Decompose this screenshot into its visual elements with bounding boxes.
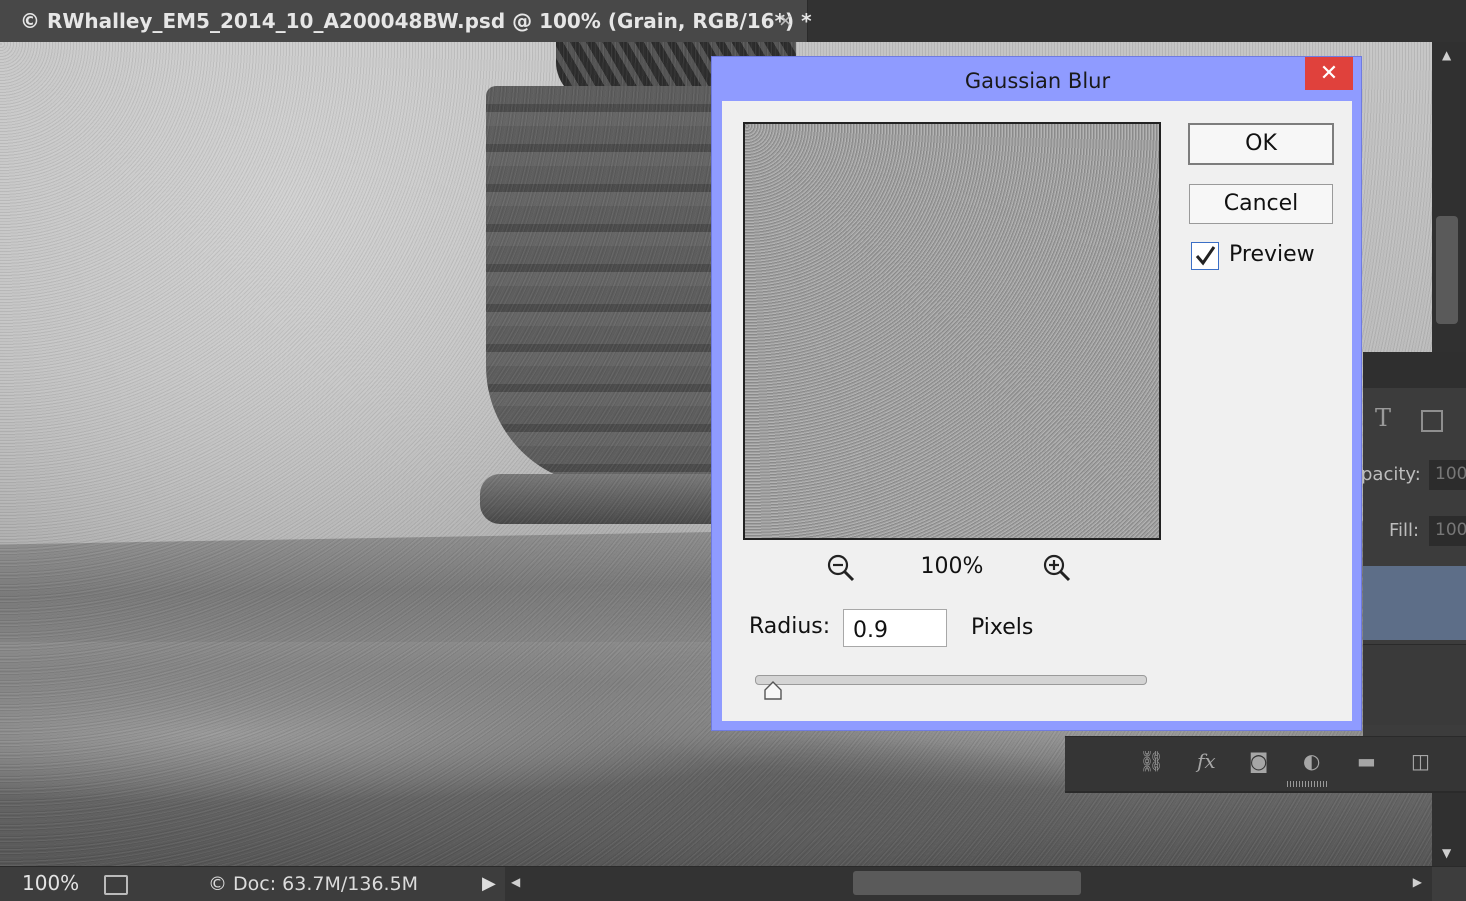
- add-mask-icon[interactable]: ◙: [1249, 749, 1268, 773]
- layer-row[interactable]: [1363, 644, 1466, 725]
- new-group-icon[interactable]: ▬: [1357, 749, 1376, 773]
- scroll-right-icon[interactable]: ▶: [1413, 875, 1422, 889]
- scroll-down-icon[interactable]: ▼: [1442, 846, 1451, 860]
- vertical-scroll-thumb[interactable]: [1436, 216, 1458, 324]
- preview-checkbox[interactable]: [1191, 242, 1219, 270]
- dialog-title: Gaussian Blur: [964, 69, 1111, 93]
- zoom-level[interactable]: 100%: [22, 871, 79, 895]
- dialog-body: 100% Radius: 0.9 Pixels OK Cancel Previe…: [722, 101, 1352, 721]
- status-menu-arrow-icon[interactable]: ▶: [482, 873, 496, 894]
- checkmark-icon: [1195, 246, 1216, 266]
- layers-panel-header: [1363, 352, 1466, 388]
- adjustment-layer-icon[interactable]: ◐: [1303, 749, 1320, 773]
- zoom-in-icon[interactable]: [1042, 553, 1072, 583]
- horizontal-scrollbar[interactable]: ◀ ▶: [505, 867, 1432, 901]
- layers-panel: T pacity: 100 Fill: 100: [1361, 352, 1466, 742]
- opacity-field[interactable]: 100: [1429, 460, 1466, 490]
- zoom-out-icon[interactable]: [826, 553, 856, 583]
- document-close-icon[interactable]: ×: [778, 10, 793, 31]
- dialog-close-button[interactable]: ✕: [1305, 57, 1353, 90]
- shape-layer-filter-icon[interactable]: [1421, 410, 1443, 432]
- link-layers-icon[interactable]: ⛓: [1139, 749, 1164, 773]
- status-bar: 100% © Doc: 63.7M/136.5M ▶ ◀ ▶: [0, 866, 1466, 901]
- horizontal-scroll-thumb[interactable]: [853, 871, 1081, 895]
- layers-panel-footer: ⛓ fx ◙ ◐ ▬ ◫: [1065, 736, 1466, 793]
- selected-layer-row[interactable]: [1363, 566, 1466, 640]
- fill-label: Fill:: [1389, 520, 1420, 541]
- fx-icon[interactable]: fx: [1197, 749, 1216, 773]
- scroll-left-icon[interactable]: ◀: [511, 875, 520, 889]
- cancel-button[interactable]: Cancel: [1189, 184, 1333, 224]
- gaussian-blur-dialog: Gaussian Blur ✕ 100% Radius: 0.9 Pixels …: [711, 56, 1362, 731]
- radius-slider-track[interactable]: [755, 675, 1147, 685]
- document-tab-bar: © RWhalley_EM5_2014_10_A200048BW.psd @ 1…: [0, 0, 1466, 42]
- radius-slider-thumb[interactable]: [763, 681, 783, 701]
- preview-zoom-level: 100%: [920, 554, 984, 579]
- type-layer-filter-icon[interactable]: T: [1375, 404, 1391, 432]
- ok-button[interactable]: OK: [1188, 123, 1334, 165]
- share-icon[interactable]: [104, 875, 128, 895]
- fill-field[interactable]: 100: [1429, 516, 1466, 546]
- scroll-up-icon[interactable]: ▲: [1442, 48, 1451, 62]
- radius-units-label: Pixels: [971, 615, 1034, 640]
- new-layer-icon[interactable]: ◫: [1411, 749, 1430, 773]
- document-info: © Doc: 63.7M/136.5M: [208, 873, 419, 895]
- document-tab-title: © RWhalley_EM5_2014_10_A200048BW.psd @ 1…: [20, 9, 812, 33]
- panel-resize-grip[interactable]: [1287, 781, 1327, 787]
- radius-input[interactable]: 0.9: [843, 609, 947, 647]
- opacity-label: pacity:: [1361, 464, 1421, 485]
- filter-preview-image[interactable]: [743, 122, 1161, 540]
- radius-label: Radius:: [749, 614, 831, 639]
- preview-checkbox-label[interactable]: Preview: [1229, 242, 1315, 267]
- document-tab[interactable]: © RWhalley_EM5_2014_10_A200048BW.psd @ 1…: [0, 0, 812, 42]
